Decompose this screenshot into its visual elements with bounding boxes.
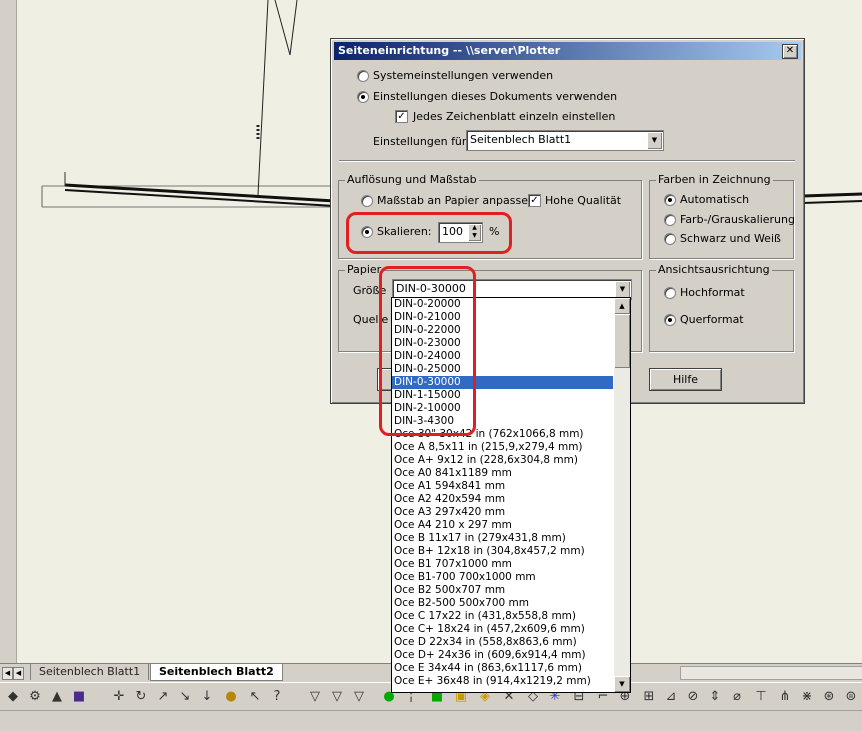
dimension-angle-icon[interactable]: ⊿ <box>662 688 680 706</box>
diamond-icon[interactable]: ◆ <box>4 688 22 706</box>
dropdown-item[interactable]: Oce B2 500x707 mm <box>392 584 613 597</box>
portrait-radio[interactable] <box>664 287 676 299</box>
orientation-group: Ansichtsausrichtung Hochformat Querforma… <box>649 263 794 352</box>
crosshair-icon[interactable]: ✛ <box>110 688 128 706</box>
dimension-chain-icon[interactable]: ⊤ <box>752 688 770 706</box>
paper-title: Papier <box>345 263 384 276</box>
separator <box>339 160 795 162</box>
dimension-edit-icon[interactable]: ⋇ <box>798 688 816 706</box>
dropdown-item[interactable]: Oce A4 210 x 297 mm <box>392 519 613 532</box>
dropdown-item[interactable]: Oce C+ 18x24 in (457,2x609,6 mm) <box>392 623 613 636</box>
status-bar <box>0 710 862 731</box>
each-sheet-label: Jedes Zeichenblatt einzeln einstellen <box>413 110 616 123</box>
orientation-title: Ansichtsausrichtung <box>656 263 772 276</box>
landscape-label: Querformat <box>680 313 744 326</box>
arrow-up-right-icon[interactable]: ↗ <box>154 688 172 706</box>
chevron-down-icon[interactable]: ▼ <box>647 132 662 149</box>
dropdown-item[interactable]: Oce D+ 24x36 in (609,6x914,4 mm) <box>392 649 613 662</box>
high-quality-checkbox[interactable]: ✓ <box>528 194 541 207</box>
dropdown-item[interactable]: Oce E+ 36x48 in (914,4x1219,2 mm) <box>392 675 613 688</box>
scroll-up-icon[interactable]: ▲ <box>614 298 630 314</box>
settings-for-value: Seitenblech Blatt1 <box>470 133 572 146</box>
rotate-icon[interactable]: ↻ <box>132 688 150 706</box>
portrait-label: Hochformat <box>680 286 745 299</box>
dropdown-item[interactable]: Oce B2-500 500x700 mm <box>392 597 613 610</box>
fit-scale-radio[interactable] <box>361 195 373 207</box>
dimension-ref-icon[interactable]: ⊛ <box>820 688 838 706</box>
document-settings-label: Einstellungen dieses Dokuments verwenden <box>373 90 618 103</box>
color-gray-label: Farb-/Grauskalierung <box>680 213 795 226</box>
colors-group: Farben in Zeichnung Automatisch Farb-/Gr… <box>649 173 795 259</box>
landscape-radio[interactable] <box>664 314 676 326</box>
dimension-radius-icon[interactable]: ⊘ <box>684 688 702 706</box>
resolution-scale-title: Auflösung und Maßstab <box>345 173 479 186</box>
scroll-down-icon[interactable]: ▼ <box>614 676 630 692</box>
dimension-free-icon[interactable]: ⋔ <box>776 688 794 706</box>
color-gray-radio[interactable] <box>664 214 676 226</box>
dropdown-item[interactable]: Oce E 34x44 in (863,6x1117,6 mm) <box>392 662 613 675</box>
high-quality-label: Hohe Qualität <box>545 194 622 207</box>
filter-edit-icon[interactable]: ▽ <box>328 688 346 706</box>
black-white-radio[interactable] <box>664 233 676 245</box>
system-settings-label: Systemeinstellungen verwenden <box>373 69 554 82</box>
dimension-vertical-icon[interactable]: ⇕ <box>706 688 724 706</box>
dropdown-item[interactable]: Oce A2 420x594 mm <box>392 493 613 506</box>
fit-scale-label: Maßstab an Papier anpassen <box>377 194 535 207</box>
dialog-title-bar[interactable]: Seiteneinrichtung -- \\server\Plotter ✕ <box>334 42 801 60</box>
black-white-label: Schwarz und Weiß <box>680 232 781 245</box>
dropdown-item[interactable]: Oce C 17x22 in (431,8x558,8 mm) <box>392 610 613 623</box>
tab-seitenblech-blatt1[interactable]: Seitenblech Blatt1 <box>30 664 150 680</box>
scale-callout <box>346 212 512 254</box>
first-sheet-button[interactable]: ◀ <box>2 667 13 680</box>
dimension-icon[interactable]: ⊞ <box>640 688 658 706</box>
close-button[interactable]: ✕ <box>782 44 798 59</box>
dropdown-item[interactable]: Oce A1 594x841 mm <box>392 480 613 493</box>
document-settings-radio[interactable] <box>357 91 369 103</box>
dimension-more-icon[interactable]: ⊜ <box>842 688 860 706</box>
dropdown-item[interactable]: Oce B 11x17 in (279x431,8 mm) <box>392 532 613 545</box>
book-icon[interactable]: ■ <box>70 688 88 706</box>
dropdown-item[interactable]: Oce A 8,5x11 in (215,9,x279,4 mm) <box>392 441 613 454</box>
dialog-title: Seiteneinrichtung -- \\server\Plotter <box>338 44 561 57</box>
system-settings-radio[interactable] <box>357 70 369 82</box>
auto-color-label: Automatisch <box>680 193 750 206</box>
auto-color-radio[interactable] <box>664 194 676 206</box>
helmet-icon[interactable]: ● <box>222 688 240 706</box>
dropdown-scrollbar[interactable]: ▲ ▼ <box>614 298 630 692</box>
colors-title: Farben in Zeichnung <box>656 173 773 186</box>
din-sizes-callout <box>379 266 476 436</box>
dropdown-item[interactable]: Oce A3 297x420 mm <box>392 506 613 519</box>
dropdown-item[interactable]: Oce B1 707x1000 mm <box>392 558 613 571</box>
settings-for-label: Einstellungen für: <box>373 135 470 148</box>
dropdown-item[interactable]: Oce A+ 9x12 in (228,6x304,8 mm) <box>392 454 613 467</box>
gear-icon[interactable]: ⚙ <box>26 688 44 706</box>
scroll-thumb[interactable] <box>614 314 630 368</box>
pointer-icon[interactable]: ↖ <box>246 688 264 706</box>
each-sheet-checkbox[interactable]: ✓ <box>395 110 408 123</box>
settings-for-combo[interactable]: Seitenblech Blatt1 ▼ <box>466 130 664 151</box>
help-icon[interactable]: ? <box>268 688 286 706</box>
close-icon: ✕ <box>785 45 795 56</box>
prev-sheet-button[interactable]: ◀ <box>13 667 24 680</box>
tab-seitenblech-blatt2[interactable]: Seitenblech Blatt2 <box>150 664 283 681</box>
filter-select-icon[interactable]: ▽ <box>350 688 368 706</box>
dropdown-item[interactable]: Oce D 22x34 in (558,8x863,6 mm) <box>392 636 613 649</box>
arrow-down-icon[interactable]: ↓ <box>198 688 216 706</box>
filter-icon[interactable]: ▽ <box>306 688 324 706</box>
chevron-down-icon[interactable]: ▼ <box>615 281 630 298</box>
arrow-down-right-icon[interactable]: ↘ <box>176 688 194 706</box>
layers-icon[interactable]: ▲ <box>48 688 66 706</box>
horizontal-scrollbar[interactable] <box>680 666 862 680</box>
dropdown-item[interactable]: Oce B+ 12x18 in (304,8x457,2 mm) <box>392 545 613 558</box>
dimension-diameter-icon[interactable]: ⌀ <box>728 688 746 706</box>
dropdown-item[interactable]: Oce B1-700 700x1000 mm <box>392 571 613 584</box>
dropdown-item[interactable]: Oce A0 841x1189 mm <box>392 467 613 480</box>
help-button[interactable]: Hilfe <box>649 368 722 391</box>
